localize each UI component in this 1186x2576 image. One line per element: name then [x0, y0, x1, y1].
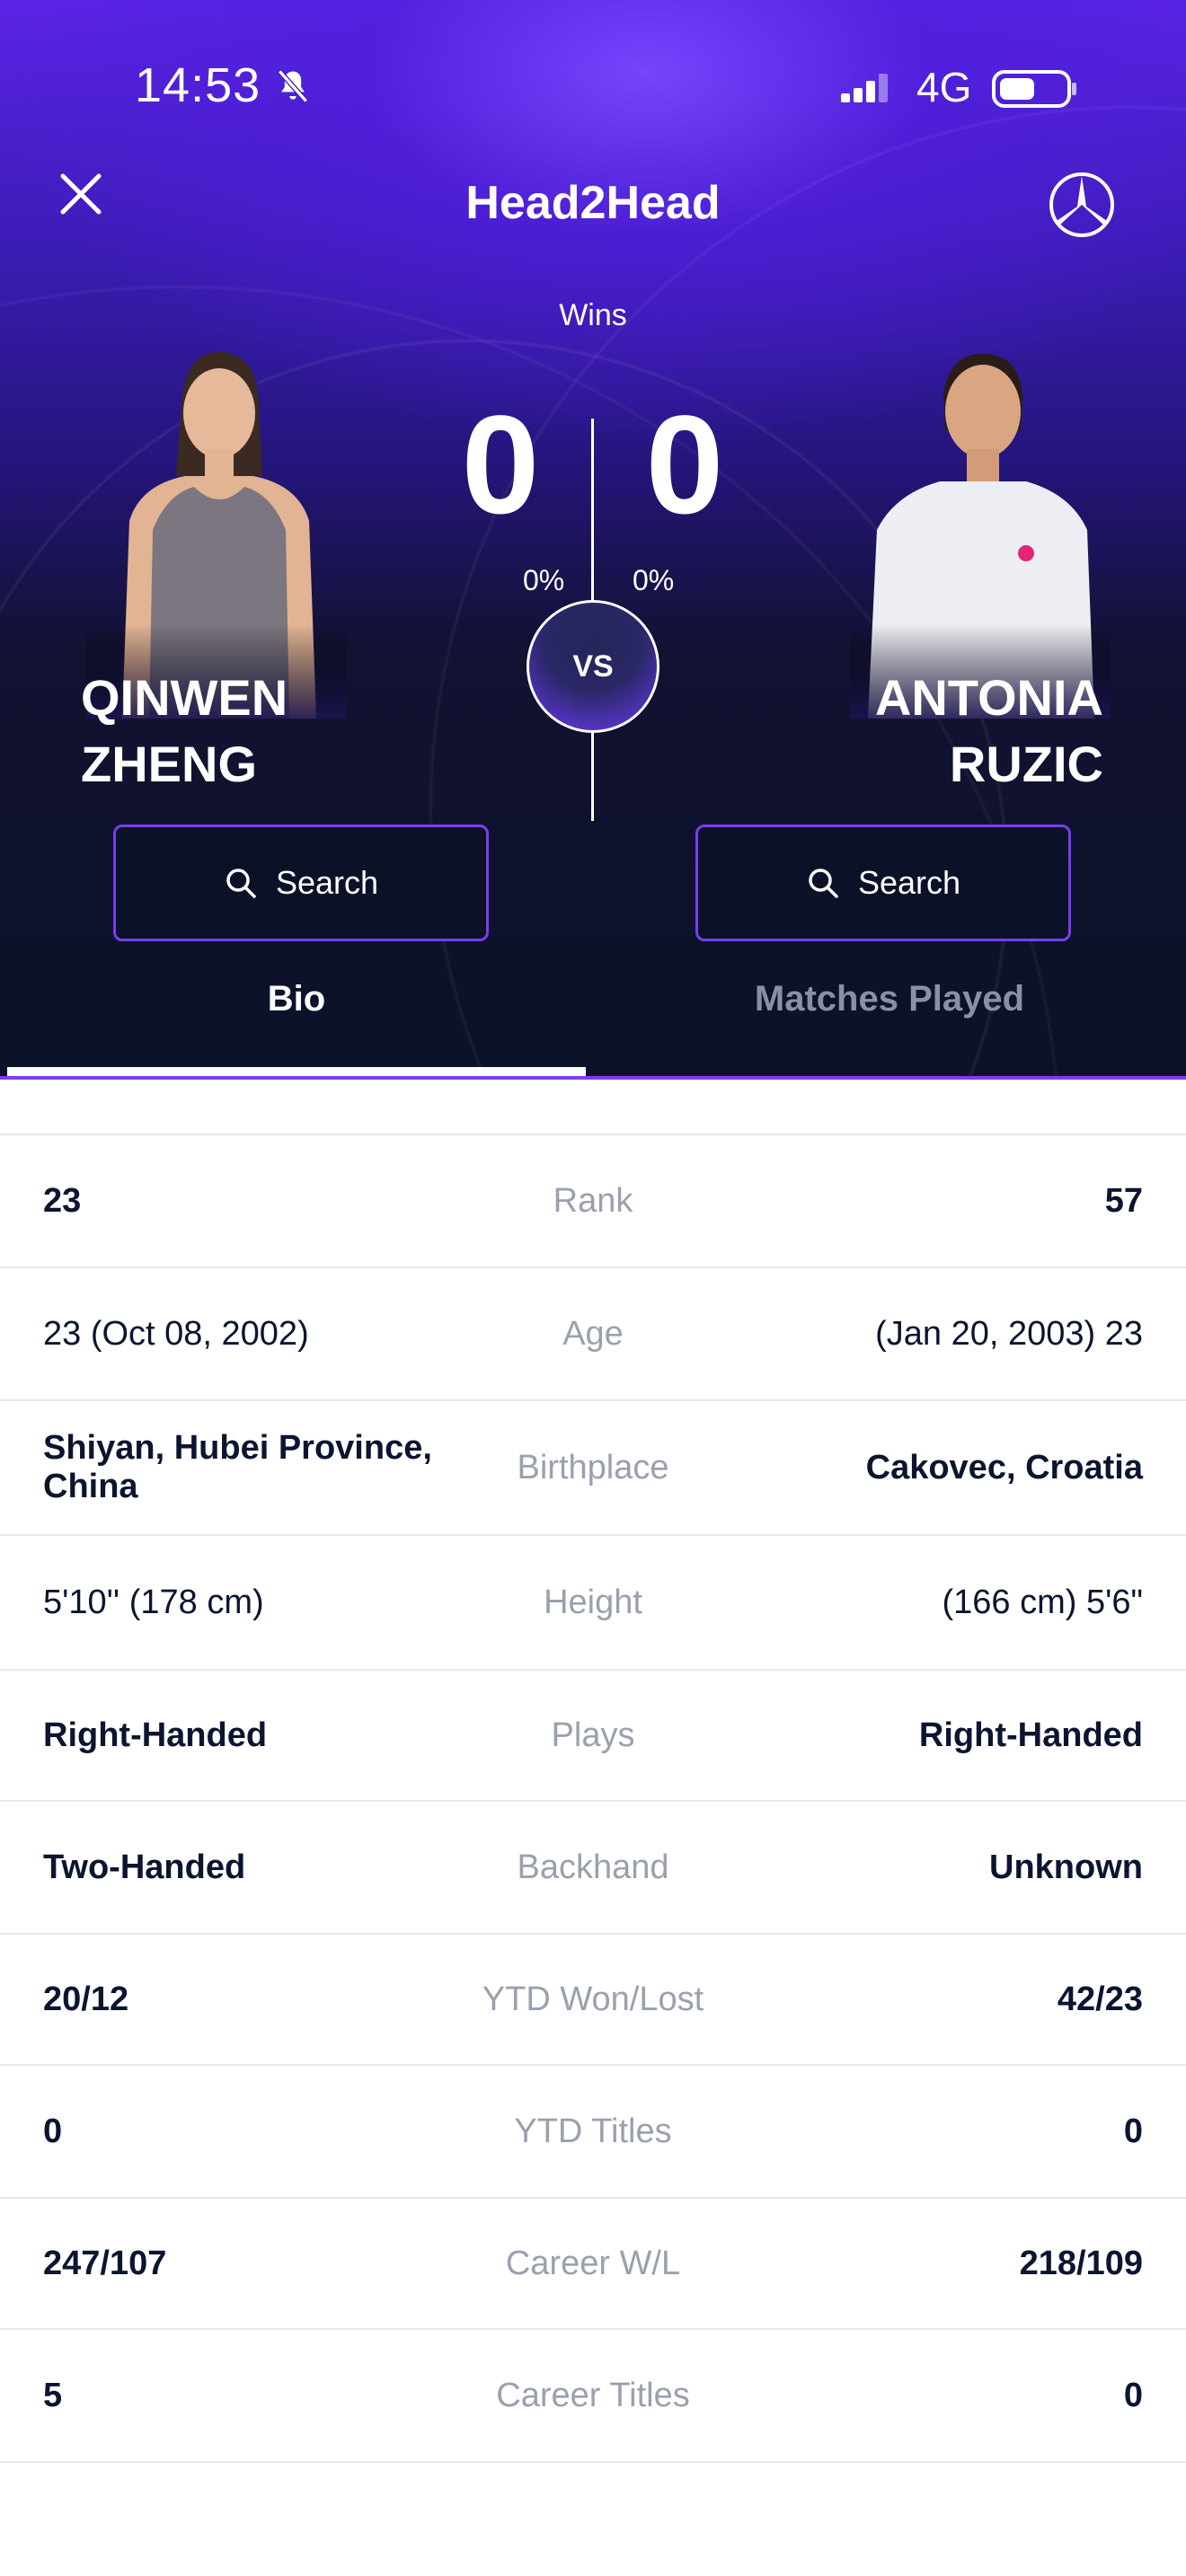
bio-row-career-titles: 5 Career Titles 0 — [0, 2330, 1186, 2463]
birthplace-left: Shiyan, Hubei Province, China — [43, 1429, 432, 1505]
search-label-left: Search — [275, 864, 379, 901]
player-last-name-right: RUZIC — [949, 736, 1103, 792]
ytd-won-lost-right: 42/23 — [1057, 1980, 1143, 2018]
backhand-right: Unknown — [989, 1848, 1143, 1886]
bio-row-backhand: Two-Handed Backhand Unknown — [0, 1802, 1186, 1935]
bio-row-ytd-titles: 0 YTD Titles 0 — [0, 2066, 1186, 2199]
search-icon — [226, 869, 256, 898]
career-wl-left: 247/107 — [43, 2244, 167, 2282]
career-titles-label: Career Titles — [496, 2376, 690, 2414]
active-tab-indicator — [7, 1067, 586, 1076]
age-left: 23 (Oct 08, 2002) — [43, 1314, 309, 1353]
plays-right: Right-Handed — [918, 1716, 1143, 1754]
vs-badge: VS — [527, 600, 659, 733]
score-divider-bottom — [591, 731, 594, 821]
header: 14:53 4G Head2Head Wins 0 0 0% 0% VS QIN… — [0, 0, 1186, 1080]
battery-icon — [992, 70, 1076, 108]
bio-row-plays: Right-Handed Plays Right-Handed — [0, 1671, 1186, 1802]
bell-off-icon — [278, 69, 308, 103]
ytd-titles-left: 0 — [43, 2112, 63, 2150]
birthplace-label: Birthplace — [517, 1448, 669, 1486]
ytd-titles-label: YTD Titles — [514, 2112, 672, 2150]
bio-row-height: 5'10'' (178 cm) Height (166 cm) 5'6" — [0, 1536, 1186, 1671]
signal-icon — [841, 74, 888, 102]
plays-left: Right-Handed — [43, 1716, 268, 1754]
network-label: 4G — [916, 64, 972, 110]
player-name-right: ANTONIA RUZIC — [875, 665, 1103, 798]
player-first-name-left: QINWEN — [81, 669, 288, 726]
plays-label: Plays — [551, 1716, 635, 1754]
player-name-left: QINWEN ZHENG — [81, 665, 288, 798]
height-left: 5'10'' (178 cm) — [43, 1583, 264, 1621]
status-bar: 14:53 4G — [0, 54, 1186, 126]
win-pct-right: 0% — [633, 564, 675, 596]
tab-bio[interactable]: Bio — [0, 979, 593, 1019]
player-photo-right — [850, 341, 1111, 719]
ytd-won-lost-left: 20/12 — [43, 1980, 129, 2018]
tab-bar-border — [0, 1076, 1186, 1080]
score-right: 0 — [645, 387, 724, 543]
brand-logo-icon — [1049, 172, 1114, 237]
rank-right: 57 — [1104, 1181, 1143, 1220]
career-wl-label: Career W/L — [505, 2244, 681, 2282]
backhand-left: Two-Handed — [43, 1848, 246, 1886]
height-label: Height — [544, 1583, 642, 1621]
bio-row-age: 23 (Oct 08, 2002) Age (Jan 20, 2003) 23 — [0, 1268, 1186, 1401]
search-icon — [809, 869, 838, 898]
bio-row-birthplace: Shiyan, Hubei Province, China Birthplace… — [0, 1401, 1186, 1536]
wins-label: Wins — [559, 298, 627, 332]
player-first-name-right: ANTONIA — [874, 669, 1103, 726]
career-titles-left: 5 — [43, 2376, 63, 2414]
bio-row-career-wl: 247/107 Career W/L 218/109 — [0, 2199, 1186, 2330]
bio-row-ytd-won-lost: 20/12 YTD Won/Lost 42/23 — [0, 1935, 1186, 2066]
height-right: (166 cm) 5'6" — [942, 1583, 1144, 1621]
career-titles-right: 0 — [1123, 2376, 1143, 2414]
score-left: 0 — [461, 387, 540, 543]
score-divider — [591, 419, 594, 602]
search-player-left-button[interactable]: Search — [113, 825, 489, 941]
bio-row-rank: 23 Rank 57 — [0, 1135, 1186, 1268]
ytd-won-lost-label: YTD Won/Lost — [482, 1980, 704, 2018]
age-right: (Jan 20, 2003) 23 — [875, 1314, 1143, 1353]
backhand-label: Backhand — [517, 1848, 669, 1886]
rank-left: 23 — [43, 1181, 82, 1220]
search-player-right-button[interactable]: Search — [695, 825, 1071, 941]
search-label-right: Search — [857, 864, 961, 901]
status-time: 14:53 — [135, 58, 261, 112]
rank-label: Rank — [553, 1181, 633, 1220]
page-title: Head2Head — [465, 177, 721, 229]
tab-matches-played[interactable]: Matches Played — [593, 979, 1186, 1019]
career-wl-right: 218/109 — [1019, 2244, 1143, 2282]
win-pct-left: 0% — [523, 564, 565, 596]
player-last-name-left: ZHENG — [81, 736, 257, 792]
ytd-titles-right: 0 — [1123, 2112, 1143, 2150]
birthplace-right: Cakovec, Croatia — [865, 1448, 1143, 1486]
age-label: Age — [562, 1314, 624, 1353]
player-photo-left — [86, 341, 347, 719]
